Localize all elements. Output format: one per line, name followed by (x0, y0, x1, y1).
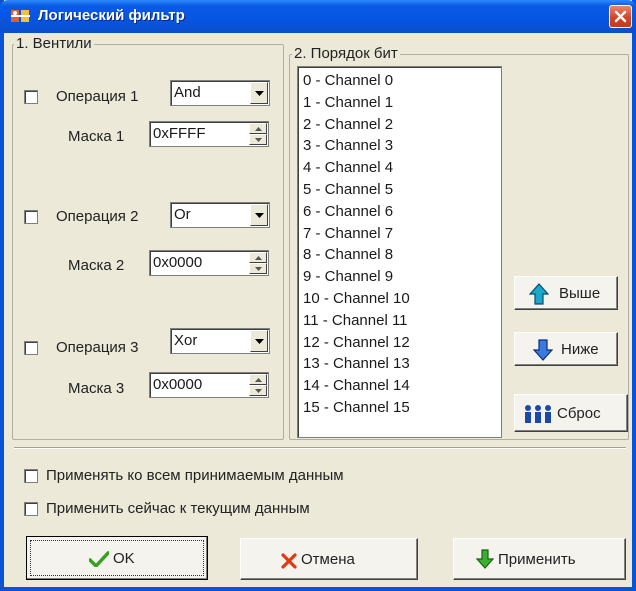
apply-button[interactable]: Применить (453, 538, 626, 580)
mask-1-spin-down[interactable] (249, 134, 267, 145)
operation-1-value: And (174, 84, 201, 101)
operation-3-value: Xor (174, 332, 198, 349)
list-item[interactable]: 5 - Channel 5 (303, 179, 501, 201)
close-icon (614, 10, 627, 23)
mask-2-spin-up[interactable] (249, 252, 267, 263)
mask-1-spin-up[interactable] (249, 123, 267, 134)
list-item[interactable]: 3 - Channel 3 (303, 135, 501, 157)
people-icon (525, 405, 551, 423)
list-item[interactable]: 13 - Channel 13 (303, 353, 501, 375)
cross-icon (281, 553, 297, 569)
list-item[interactable]: 1 - Channel 1 (303, 92, 501, 114)
operation-3-checkbox[interactable] (24, 341, 38, 355)
mask-1-value: 0xFFFF (153, 125, 206, 142)
cancel-label: Отмена (301, 551, 355, 568)
mask-2-value: 0x0000 (153, 254, 203, 271)
list-item[interactable]: 9 - Channel 9 (303, 266, 501, 288)
apply-all-label: Применять ко всем принимаемым данным (46, 467, 344, 484)
move-down-label: Ниже (561, 341, 599, 358)
list-item[interactable]: 0 - Channel 0 (303, 70, 501, 92)
move-down-button[interactable]: Ниже (514, 332, 618, 366)
arrow-up-icon (529, 283, 549, 305)
mask-3-spin-down[interactable] (249, 385, 267, 396)
operation-3-label: Операция 3 (56, 339, 139, 356)
list-item[interactable]: 4 - Channel 4 (303, 157, 501, 179)
apply-all-checkbox[interactable] (24, 469, 38, 483)
reset-button[interactable]: Сброс (514, 394, 628, 432)
cancel-button[interactable]: Отмена (240, 538, 418, 580)
dialog-window: Логический фильтр 1. Вентили Операция 1 … (0, 0, 636, 591)
mask-2-input[interactable]: 0x0000 (149, 250, 269, 276)
mask-2-label: Маска 2 (68, 257, 125, 274)
operation-1-dropdown-button[interactable] (250, 82, 268, 104)
divider (14, 447, 626, 449)
spin-up-icon (255, 127, 262, 131)
mask-3-input[interactable]: 0x0000 (149, 372, 269, 398)
window-title: Логический фильтр (38, 7, 185, 24)
app-icon (11, 10, 30, 22)
chevron-down-icon (255, 213, 264, 218)
list-item[interactable]: 10 - Channel 10 (303, 288, 501, 310)
operation-1-select[interactable]: And (170, 80, 270, 106)
bit-order-group-label: 2. Порядок бит (292, 45, 400, 62)
mask-1-label: Маска 1 (68, 128, 125, 145)
operation-2-checkbox[interactable] (24, 210, 38, 224)
checkmark-icon (89, 551, 109, 567)
list-item[interactable]: 11 - Channel 11 (303, 310, 501, 332)
operation-2-value: Or (174, 206, 191, 223)
operation-1-checkbox[interactable] (24, 90, 38, 104)
bit-order-list[interactable]: 0 - Channel 0 1 - Channel 1 2 - Channel … (297, 66, 502, 438)
operation-3-dropdown-button[interactable] (250, 330, 268, 352)
mask-3-spin-up[interactable] (249, 374, 267, 385)
spin-down-icon (255, 138, 262, 142)
list-item[interactable]: 12 - Channel 12 (303, 332, 501, 354)
mask-3-value: 0x0000 (153, 376, 203, 393)
list-item[interactable]: 7 - Channel 7 (303, 223, 501, 245)
list-item[interactable]: 15 - Channel 15 (303, 397, 501, 419)
operation-2-dropdown-button[interactable] (250, 204, 268, 226)
move-up-button[interactable]: Выше (514, 276, 618, 310)
apply-label: Применить (498, 551, 576, 568)
list-item[interactable]: 2 - Channel 2 (303, 114, 501, 136)
reset-label: Сброс (557, 405, 601, 422)
apply-now-checkbox[interactable] (24, 502, 38, 516)
spin-down-icon (255, 389, 262, 393)
operation-1-label: Операция 1 (56, 88, 139, 105)
mask-2-spin-down[interactable] (249, 263, 267, 274)
operation-3-select[interactable]: Xor (170, 328, 270, 354)
gates-group-label: 1. Вентили (14, 35, 94, 52)
move-up-label: Выше (559, 285, 601, 302)
mask-1-input[interactable]: 0xFFFF (149, 121, 269, 147)
spin-down-icon (255, 267, 262, 271)
list-item[interactable]: 8 - Channel 8 (303, 244, 501, 266)
spin-up-icon (255, 378, 262, 382)
operation-2-label: Операция 2 (56, 208, 139, 225)
operation-2-select[interactable]: Or (170, 202, 270, 228)
ok-button[interactable]: OK (26, 536, 208, 580)
chevron-down-icon (255, 91, 264, 96)
arrow-down-icon (533, 339, 553, 361)
close-button[interactable] (609, 5, 632, 28)
arrow-down-icon (476, 549, 494, 569)
ok-label: OK (113, 550, 135, 567)
chevron-down-icon (255, 339, 264, 344)
list-item[interactable]: 6 - Channel 6 (303, 201, 501, 223)
spin-up-icon (255, 256, 262, 260)
mask-3-label: Маска 3 (68, 380, 125, 397)
title-bar[interactable]: Логический фильтр (0, 0, 636, 33)
list-item[interactable]: 14 - Channel 14 (303, 375, 501, 397)
apply-now-label: Применить сейчас к текущим данным (46, 500, 310, 517)
